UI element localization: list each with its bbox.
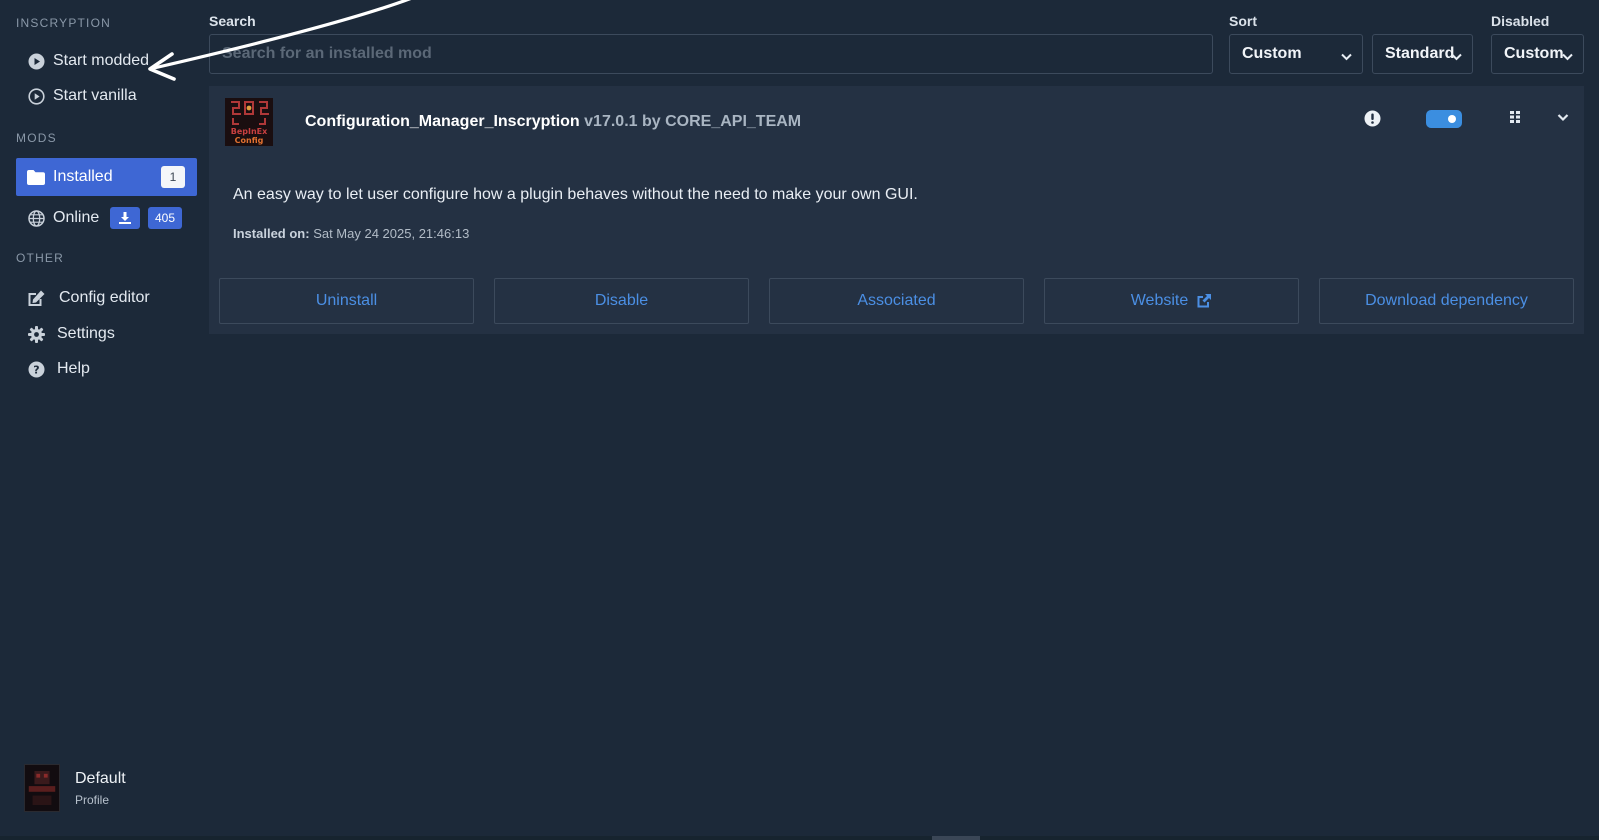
disabled-label: Disabled — [1491, 13, 1550, 29]
disable-button[interactable]: Disable — [494, 278, 749, 324]
help-label: Help — [57, 360, 90, 377]
chevron-down-icon — [1557, 114, 1569, 122]
annotation-arrow — [148, 0, 412, 81]
download-badge[interactable] — [110, 207, 140, 229]
online-label: Online — [53, 209, 100, 226]
disabled-select[interactable]: Custom — [1491, 34, 1584, 74]
sidebar-item-online[interactable]: Online 405 — [16, 199, 197, 237]
sort-order-select[interactable]: Standard — [1372, 34, 1473, 74]
mod-version-author: v17.0.1 by CORE_API_TEAM — [584, 113, 802, 130]
installed-label: Installed — [53, 168, 113, 185]
expand-button[interactable] — [1557, 113, 1569, 122]
toggle-knob — [1448, 115, 1456, 123]
mod-icon-text-top: BepInEx — [231, 127, 268, 136]
installed-count-badge: 1 — [161, 166, 185, 188]
profile-switcher[interactable]: Default Profile — [24, 764, 126, 812]
profile-avatar — [24, 764, 60, 812]
sidebar-item-settings[interactable]: Settings — [16, 315, 197, 353]
mods-section-label: MODS — [16, 131, 57, 145]
folder-icon — [27, 168, 45, 186]
grip-icon — [1510, 111, 1520, 123]
mod-title: Configuration_Manager_Inscryption v17.0.… — [305, 113, 801, 131]
mod-name: Configuration_Manager_Inscryption — [305, 113, 580, 130]
external-link-icon — [1196, 293, 1212, 309]
profile-subtitle: Profile — [75, 792, 110, 807]
installed-on-label: Installed on: — [233, 226, 310, 241]
sidebar-item-help[interactable]: ? Help — [16, 350, 197, 388]
svg-text:?: ? — [33, 363, 39, 376]
chevron-down-icon — [1341, 48, 1352, 66]
sort-select[interactable]: Custom — [1229, 34, 1363, 74]
chevron-down-icon — [1451, 48, 1462, 66]
enable-toggle[interactable] — [1426, 110, 1462, 128]
config-editor-label: Config editor — [59, 289, 150, 306]
disabled-value: Custom — [1504, 45, 1564, 62]
website-button[interactable]: Website — [1044, 278, 1299, 324]
download-icon — [119, 212, 131, 224]
game-section-label: INSCRYPTION — [16, 16, 111, 30]
uninstall-button[interactable]: Uninstall — [219, 278, 474, 324]
sidebar-item-config-editor[interactable]: Config editor — [16, 279, 197, 317]
scrollbar-thumb[interactable] — [932, 836, 980, 840]
horizontal-scrollbar[interactable] — [0, 836, 1599, 840]
start-modded-label: Start modded — [53, 52, 150, 69]
website-label: Website — [1130, 292, 1189, 309]
installed-on: Installed on: Sat May 24 2025, 21:46:13 — [233, 226, 469, 241]
sort-label: Sort — [1229, 13, 1257, 29]
globe-icon — [27, 209, 45, 227]
gear-icon — [27, 325, 45, 343]
download-dependency-button[interactable]: Download dependency — [1319, 278, 1574, 324]
other-section-label: OTHER — [16, 251, 64, 265]
edit-icon — [27, 289, 45, 307]
sidebar-item-installed[interactable]: Installed 1 — [16, 158, 197, 196]
help-circle-icon: ? — [27, 360, 45, 378]
profile-name: Default — [75, 769, 126, 787]
sidebar: INSCRYPTION Start modded Start vanilla M… — [0, 0, 205, 840]
installed-on-date: Sat May 24 2025, 21:46:13 — [313, 226, 470, 241]
mod-card: BepInEx Config Configuration_Manager_Ins… — [209, 86, 1584, 334]
mod-icon-text-bottom: Config — [235, 136, 264, 145]
drag-handle[interactable] — [1509, 110, 1521, 124]
sort-value: Custom — [1242, 45, 1302, 62]
settings-label: Settings — [57, 325, 115, 342]
sort-order-value: Standard — [1385, 45, 1455, 62]
chevron-down-icon — [1562, 48, 1573, 66]
exclamation-circle-icon — [1364, 110, 1381, 127]
play-circle-icon — [27, 52, 45, 70]
mod-description: An easy way to let user configure how a … — [233, 186, 918, 203]
warning-button[interactable] — [1364, 110, 1381, 127]
online-count-badge: 405 — [148, 207, 183, 229]
start-vanilla-label: Start vanilla — [53, 87, 137, 104]
play-circle-outline-icon — [27, 87, 45, 105]
mod-icon: BepInEx Config — [225, 98, 273, 146]
associated-button[interactable]: Associated — [769, 278, 1024, 324]
